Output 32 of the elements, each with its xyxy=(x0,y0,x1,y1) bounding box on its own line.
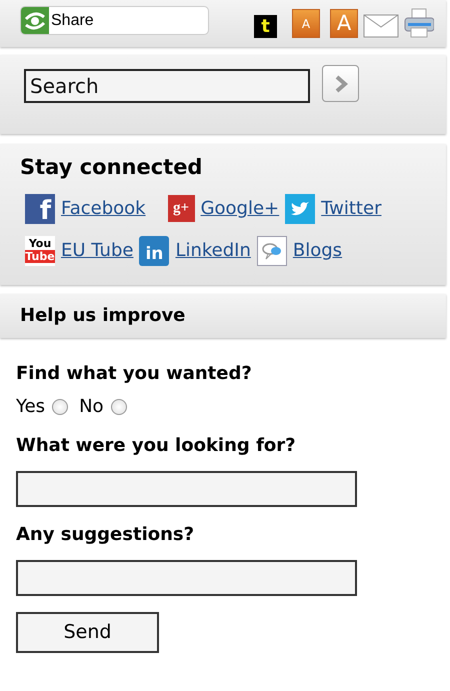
social-link[interactable]: EU Tube xyxy=(61,237,134,264)
printer-icon[interactable] xyxy=(404,8,434,38)
field-label: Any suggestions? xyxy=(16,523,196,547)
share-button[interactable]: Share xyxy=(20,6,209,35)
send-button[interactable]: Send xyxy=(16,612,159,653)
social-link[interactable]: Twitter xyxy=(321,195,382,222)
section-header: Help us improve xyxy=(0,294,446,338)
social-link[interactable]: Facebook xyxy=(61,195,146,222)
speech-bubbles-icon xyxy=(256,236,287,266)
input-field[interactable] xyxy=(16,560,357,596)
tumblr-icon[interactable]: t xyxy=(254,15,277,38)
search-field[interactable]: Search xyxy=(24,69,310,103)
youtube-icon: You Tube xyxy=(25,236,55,266)
option-label: No xyxy=(79,395,104,419)
social-link[interactable]: LinkedIn xyxy=(175,237,251,264)
input-field[interactable] xyxy=(16,471,357,507)
share-icon xyxy=(21,7,49,34)
linkedin-icon: in xyxy=(139,236,170,266)
field-label: What were you looking for? xyxy=(16,434,297,458)
social-link[interactable]: Blogs xyxy=(292,237,342,264)
mail-icon[interactable] xyxy=(363,14,399,38)
question-label: Find what you wanted? xyxy=(16,362,253,386)
chevron-right-icon xyxy=(334,75,348,94)
social-link[interactable]: Google+ xyxy=(200,195,280,222)
search-button[interactable] xyxy=(322,65,359,102)
radio-button[interactable] xyxy=(110,398,127,414)
option-label: Yes xyxy=(16,395,46,419)
radio-button[interactable] xyxy=(52,398,68,414)
facebook-icon: f xyxy=(25,194,55,224)
google-plus-icon: g+ xyxy=(168,195,195,222)
bird-icon xyxy=(285,194,316,224)
section-title: Stay connected xyxy=(20,154,204,181)
